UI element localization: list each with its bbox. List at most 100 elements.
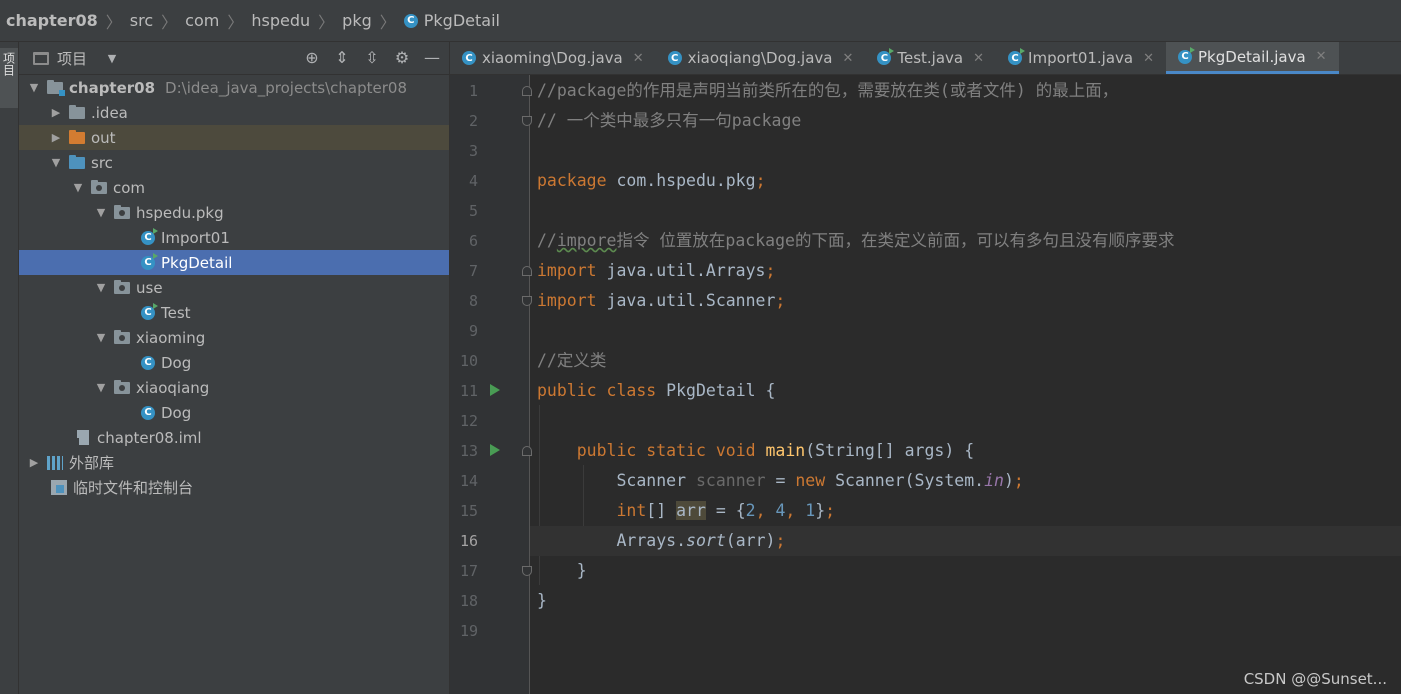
tree-item-use[interactable]: ▼ use <box>19 275 449 300</box>
collapse-all-icon[interactable]: ⇳ <box>361 46 383 68</box>
comment: //定义类 <box>537 351 607 370</box>
number-literal: 4 <box>775 501 786 520</box>
code-text: } <box>537 591 547 610</box>
tree-item-hspedu-pkg[interactable]: ▼ hspedu.pkg <box>19 200 449 225</box>
comma: , <box>785 501 806 520</box>
run-gutter-icon[interactable] <box>490 384 500 396</box>
chevron-down-icon[interactable]: ▼ <box>27 81 41 94</box>
tree-item-label: xiaoqiang <box>136 378 210 397</box>
tree-item-com[interactable]: ▼ com <box>19 175 449 200</box>
fold-icon[interactable] <box>522 446 532 456</box>
tree-item-pkgdetail[interactable]: C PkgDetail <box>19 250 449 275</box>
breadcrumb-item-label: PkgDetail <box>423 11 500 30</box>
tab-xiaoming-dog[interactable]: C xiaoming\Dog.java ✕ <box>450 42 656 74</box>
view-dropdown-icon[interactable]: ▼ <box>101 47 123 69</box>
excluded-folder-icon <box>69 129 85 144</box>
close-icon[interactable]: ✕ <box>1316 49 1327 64</box>
breadcrumb-item-src[interactable]: src <box>130 11 153 30</box>
line-number: 9 <box>468 322 478 340</box>
chevron-right-icon[interactable]: ▶ <box>49 106 63 119</box>
chevron-down-icon[interactable]: ▼ <box>94 331 108 344</box>
tree-item-label: .idea <box>91 103 128 122</box>
semicolon: ; <box>775 291 786 310</box>
fold-icon[interactable] <box>522 266 532 276</box>
minimize-icon[interactable]: — <box>421 46 443 68</box>
tree-item-import01[interactable]: C Import01 <box>19 225 449 250</box>
tree-item-chapter08-iml[interactable]: chapter08.iml <box>19 425 449 450</box>
breadcrumb-item-pkg[interactable]: pkg <box>342 11 372 30</box>
keyword: import <box>537 291 597 310</box>
java-class-icon: C <box>1178 46 1196 64</box>
line-number: 19 <box>459 622 478 640</box>
close-icon[interactable]: ✕ <box>842 51 853 66</box>
line-number: 8 <box>468 292 478 310</box>
fold-icon[interactable] <box>522 86 532 96</box>
breadcrumb-item-com[interactable]: com <box>185 11 219 30</box>
tree-item-label: out <box>91 128 116 147</box>
tree-item-out[interactable]: ▶ out <box>19 125 449 150</box>
tree-item-external-libraries[interactable]: ▶ 外部库 <box>19 450 449 475</box>
tab-import01[interactable]: C Import01.java ✕ <box>996 42 1166 74</box>
tab-xiaoqiang-dog[interactable]: C xiaoqiang\Dog.java ✕ <box>656 42 866 74</box>
chevron-down-icon[interactable]: ▼ <box>94 281 108 294</box>
package-icon <box>114 379 130 394</box>
tab-pkgdetail[interactable]: C PkgDetail.java ✕ <box>1166 42 1339 74</box>
typo-word: impore <box>556 231 617 250</box>
run-gutter-icon[interactable] <box>490 444 500 456</box>
fold-icon[interactable] <box>522 296 532 306</box>
tree-item-test[interactable]: C Test <box>19 300 449 325</box>
tree-item-label: com <box>113 178 146 197</box>
project-tool-window-button[interactable]: 项目 <box>0 48 18 108</box>
package-icon <box>114 329 130 344</box>
line-number: 6 <box>468 232 478 250</box>
chevron-right-icon[interactable]: ▶ <box>49 131 63 144</box>
close-icon[interactable]: ✕ <box>973 51 984 66</box>
tree-item-xiaoqiang[interactable]: ▼ xiaoqiang <box>19 375 449 400</box>
chevron-down-icon[interactable]: ▼ <box>49 156 63 169</box>
watermark: CSDN @@Sunset... <box>1243 670 1387 688</box>
project-panel-title[interactable]: 项目 <box>57 48 87 69</box>
tab-test[interactable]: C Test.java ✕ <box>865 42 996 74</box>
tree-item-dog-xiaoming[interactable]: C Dog <box>19 350 449 375</box>
tree-item-label: src <box>91 153 113 172</box>
breadcrumb-item-hspedu[interactable]: hspedu <box>251 11 310 30</box>
code-line-15: int[] arr = {2, 4, 1}; <box>537 496 1401 526</box>
keyword: public class <box>537 381 657 400</box>
tree-item-label: 临时文件和控制台 <box>73 479 194 497</box>
tree-item-dog-xiaoqiang[interactable]: C Dog <box>19 400 449 425</box>
fold-icon[interactable] <box>522 566 532 576</box>
chevron-right-icon[interactable]: ▶ <box>27 456 41 469</box>
code-text: = <box>765 471 796 490</box>
chevron-down-icon[interactable]: ▼ <box>71 181 85 194</box>
tree-item-xiaoming[interactable]: ▼ xiaoming <box>19 325 449 350</box>
locate-icon[interactable]: ⊕ <box>301 46 323 68</box>
keyword: public static void <box>576 441 756 460</box>
tab-label: xiaoming\Dog.java <box>482 49 623 67</box>
tree-item-src[interactable]: ▼ src <box>19 150 449 175</box>
breadcrumb-item-chapter08[interactable]: chapter08 <box>6 11 98 30</box>
chevron-down-icon[interactable]: ▼ <box>94 206 108 219</box>
tree-item-label: hspedu.pkg <box>136 203 224 222</box>
comma: , <box>755 501 776 520</box>
close-icon[interactable]: ✕ <box>633 51 644 66</box>
java-class-icon: C <box>403 13 418 28</box>
code-line-18: } <box>537 586 1401 616</box>
tree-item-chapter08[interactable]: ▼ chapter08 D:\idea_java_projects\chapte… <box>19 75 449 100</box>
tree-item-idea[interactable]: ▶ .idea <box>19 100 449 125</box>
source-folder-icon <box>69 154 85 169</box>
breadcrumb-separator-icon: 〉 <box>318 12 335 32</box>
expand-all-icon[interactable]: ⇕ <box>331 46 353 68</box>
fold-icon[interactable] <box>522 116 532 126</box>
code-line-11: public class PkgDetail { <box>537 376 1401 406</box>
tree-item-scratches[interactable]: 临时文件和控制台 <box>19 475 449 500</box>
chevron-down-icon[interactable]: ▼ <box>94 381 108 394</box>
close-icon[interactable]: ✕ <box>1143 51 1154 66</box>
line-number: 15 <box>459 502 478 520</box>
code-editor[interactable]: 1 2 3 4 5 6 7 8 9 10 11 12 13 14 15 16 1… <box>450 75 1401 694</box>
code-line-8: import java.util.Scanner; <box>537 286 1401 316</box>
code-text: Arrays. <box>616 531 687 550</box>
breadcrumb: chapter08 〉 src 〉 com 〉 hspedu 〉 pkg 〉 C… <box>0 0 1401 42</box>
gear-icon[interactable]: ⚙ <box>391 46 413 68</box>
breadcrumb-item-pkgdetail[interactable]: C PkgDetail <box>403 11 500 30</box>
java-class-icon: C <box>141 302 158 320</box>
